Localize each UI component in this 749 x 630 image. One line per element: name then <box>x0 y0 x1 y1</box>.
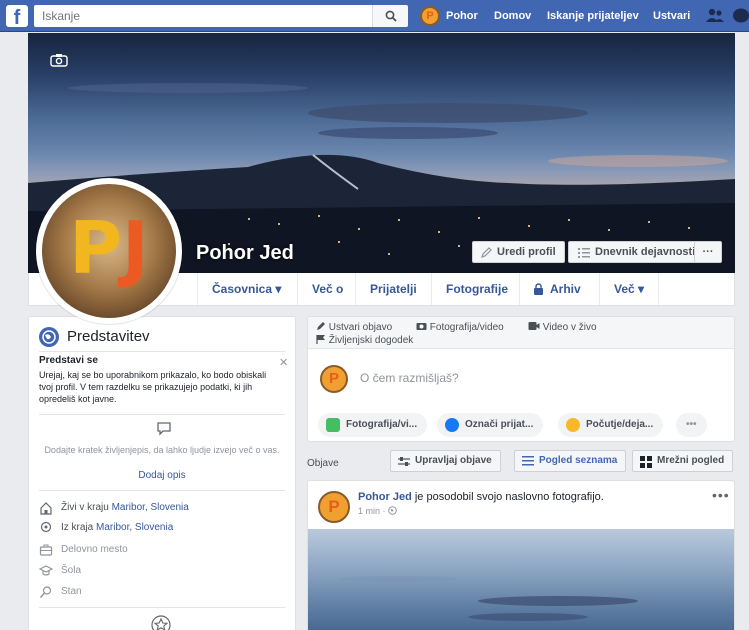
post-meta: 1 min · <box>358 506 397 516</box>
photo-video-chip[interactable]: Fotografija/vi... <box>318 413 428 437</box>
edit-profile-button[interactable]: Uredi profil <box>472 241 565 263</box>
create-post-tab[interactable]: Ustvari objavo <box>316 321 392 333</box>
search-icon <box>385 10 397 22</box>
more-composer-options[interactable]: ••• <box>676 413 707 437</box>
tab-about[interactable]: Več o <box>297 273 357 305</box>
flag-icon <box>316 335 325 344</box>
post-composer: Ustvari objavo Fotografija/video Video v… <box>307 316 735 442</box>
grid-view-button[interactable]: Mrežni pogled <box>632 450 734 472</box>
introduce-yourself-text: Urejaj, kaj se bo uporabnikom prikazalo,… <box>39 370 267 404</box>
intro-title: Predstavitev <box>67 328 150 345</box>
search-button[interactable] <box>372 5 408 27</box>
briefcase-icon <box>39 544 53 556</box>
introduce-yourself-title: Predstavi se <box>39 355 98 366</box>
messenger-icon[interactable] <box>732 8 749 24</box>
add-bio-link[interactable]: Dodaj opis <box>29 470 295 481</box>
smiley-icon <box>566 418 580 432</box>
nav-avatar[interactable]: P <box>420 6 440 26</box>
location-pin-icon <box>40 521 52 533</box>
composer-input[interactable]: O čem razmišljaš? <box>360 371 459 385</box>
list-icon <box>522 456 534 466</box>
star-icon[interactable] <box>151 615 171 630</box>
divider <box>39 351 285 352</box>
bio-hint: Dodajte kratek življenjepis, da lahko lj… <box>44 445 280 455</box>
grid-icon <box>640 456 652 468</box>
house-icon <box>40 502 52 515</box>
top-navigation-bar: f P Pohor Domov Iskanje prijateljev Ustv… <box>0 0 749 32</box>
camera-icon[interactable] <box>50 53 68 67</box>
intro-card: Predstavitev Predstavi se ✕ Urejaj, kaj … <box>28 316 296 630</box>
post-author-link[interactable]: Pohor Jed <box>358 491 412 503</box>
pencil-icon <box>481 247 492 258</box>
public-globe-icon[interactable] <box>388 506 397 515</box>
graduation-cap-icon <box>39 565 53 576</box>
profile-picture[interactable]: PJ <box>36 178 182 324</box>
facebook-logo[interactable]: f <box>6 5 28 27</box>
pencil-icon <box>317 322 325 330</box>
manage-posts-button[interactable]: Upravljaj objave <box>390 450 501 472</box>
composer-avatar: P <box>320 365 348 393</box>
nav-create-link[interactable]: Ustvari <box>653 0 690 32</box>
live-video-tab[interactable]: Video v živo <box>528 321 597 333</box>
globe-icon <box>39 327 59 347</box>
posts-label: Objave <box>307 458 339 469</box>
tab-timeline[interactable]: Časovnica ▾ <box>197 273 295 305</box>
divider <box>39 414 285 415</box>
post-options-button[interactable]: ••• <box>712 487 730 503</box>
camera-icon <box>416 323 427 330</box>
divider <box>39 490 285 491</box>
video-icon <box>528 322 540 330</box>
profile-initials-logo: PJ <box>69 206 149 290</box>
lock-icon <box>534 283 543 295</box>
post-card: P Pohor Jed je posodobil svojo naslovno … <box>307 480 735 630</box>
settings-sliders-icon <box>398 457 410 466</box>
nav-home-link[interactable]: Domov <box>494 0 531 32</box>
nav-find-friends-link[interactable]: Iskanje prijateljev <box>547 0 639 32</box>
lives-in-link[interactable]: Maribor, Slovenia <box>112 502 189 513</box>
post-avatar[interactable]: P <box>318 491 350 523</box>
more-options-button[interactable]: ··· <box>694 241 722 263</box>
photo-video-tab[interactable]: Fotografija/video <box>416 321 504 333</box>
tab-friends[interactable]: Prijatelji <box>355 273 431 305</box>
list-icon <box>578 248 590 258</box>
photo-icon <box>326 418 340 432</box>
post-timestamp[interactable]: 1 min · <box>358 506 388 516</box>
composer-tabs: Ustvari objavo Fotografija/video Video v… <box>308 317 734 349</box>
profile-name[interactable]: Pohor Jed <box>196 242 294 265</box>
tab-photos[interactable]: Fotografije <box>431 273 522 305</box>
speech-bubble-icon <box>157 422 171 436</box>
tab-archive[interactable]: Arhiv <box>519 273 595 305</box>
tab-more[interactable]: Več ▾ <box>599 273 660 305</box>
feeling-activity-chip[interactable]: Počutje/deja... <box>558 413 664 437</box>
close-icon[interactable]: ✕ <box>279 356 288 369</box>
nav-profile-link[interactable]: Pohor <box>446 0 478 32</box>
tag-people-icon <box>445 418 459 432</box>
post-cover-photo[interactable] <box>308 529 734 630</box>
list-view-button[interactable]: Pogled seznama <box>514 450 627 472</box>
life-event-tab[interactable]: Življenjski dogodek <box>316 334 413 346</box>
post-photo-illustration <box>338 576 638 621</box>
heart-search-icon <box>39 586 52 598</box>
divider <box>39 607 285 608</box>
post-header: Pohor Jed je posodobil svojo naslovno fo… <box>358 491 604 503</box>
friend-requests-icon[interactable] <box>705 8 725 24</box>
activity-log-button[interactable]: Dnevnik dejavnosti <box>568 241 705 263</box>
tag-friends-chip[interactable]: Označi prijat... <box>437 413 544 437</box>
from-link[interactable]: Maribor, Slovenia <box>96 522 173 533</box>
search-input[interactable] <box>34 5 372 27</box>
